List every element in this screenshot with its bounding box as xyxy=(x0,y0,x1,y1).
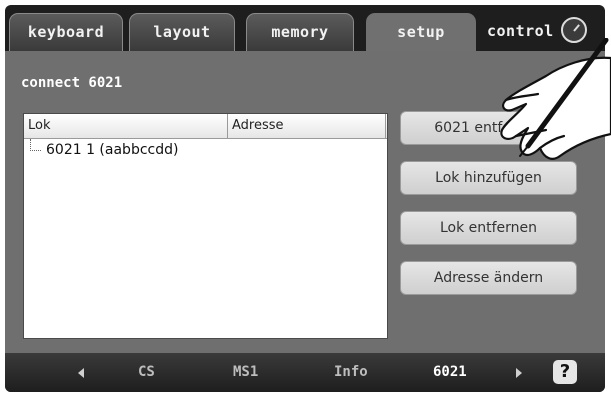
tab-keyboard[interactable]: keyboard xyxy=(9,13,123,51)
lok-list[interactable]: Lok Adresse 6021 1 (aabbccdd) xyxy=(23,113,388,339)
bottom-item-info[interactable]: Info xyxy=(334,353,368,392)
tree-branch-icon xyxy=(30,139,41,151)
tab-memory[interactable]: memory xyxy=(246,13,354,51)
bottom-item-cs[interactable]: CS xyxy=(138,353,155,392)
change-address-button[interactable]: Adresse ändern xyxy=(400,261,577,295)
list-item[interactable]: 6021 1 (aabbccdd) xyxy=(24,139,387,161)
help-button[interactable]: ? xyxy=(553,360,577,384)
remove-lok-button[interactable]: Lok entfernen xyxy=(400,211,577,245)
tab-layout[interactable]: layout xyxy=(129,13,235,51)
bottom-bar: CS MS1 Info 6021 ? xyxy=(5,353,605,392)
chevron-left-icon[interactable] xyxy=(78,368,84,378)
column-header-lok[interactable]: Lok xyxy=(24,114,228,138)
hand-stylus-icon xyxy=(500,38,611,160)
bottom-item-6021[interactable]: 6021 xyxy=(433,353,467,392)
tab-setup[interactable]: setup xyxy=(366,13,476,53)
bottom-item-ms1[interactable]: MS1 xyxy=(233,353,258,392)
column-header-adresse[interactable]: Adresse xyxy=(228,114,386,138)
section-title: connect 6021 xyxy=(21,75,123,91)
list-item-lok: 6021 1 (aabbccdd) xyxy=(46,142,179,158)
list-header: Lok Adresse xyxy=(24,114,387,139)
chevron-right-icon[interactable] xyxy=(516,368,522,378)
